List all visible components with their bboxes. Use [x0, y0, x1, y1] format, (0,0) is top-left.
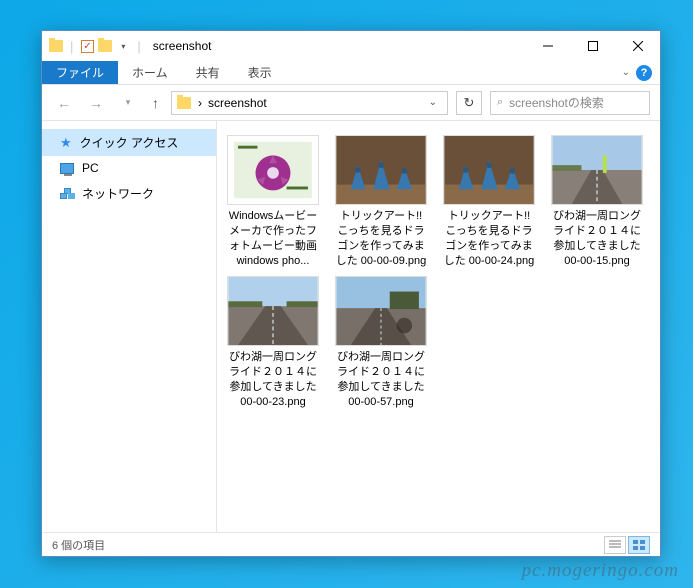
file-thumbnail: [335, 276, 427, 346]
sidebar-item-quick-access[interactable]: ★ クイック アクセス: [42, 129, 216, 156]
address-dropdown-icon[interactable]: ⌄: [423, 97, 443, 108]
file-thumbnail: [443, 135, 535, 205]
file-item[interactable]: Windowsムービーメーカで作ったフォトムービー動画 windows pho.…: [225, 133, 321, 270]
file-thumbnail: [551, 135, 643, 205]
close-button[interactable]: [615, 31, 660, 61]
file-item[interactable]: トリックアート!! こっちを見るドラゴンを作ってみました 00-00-09.pn…: [333, 133, 429, 270]
sidebar-item-pc[interactable]: PC: [42, 156, 216, 180]
ribbon-right: ⌄ ?: [622, 61, 660, 84]
file-item[interactable]: びわ湖一周ロングライド２０１４に参加してきました 00-00-23.png: [225, 274, 321, 411]
sidebar-item-network[interactable]: ネットワーク: [42, 180, 216, 207]
sidebar-label: クイック アクセス: [80, 134, 179, 151]
chevron-down-icon[interactable]: ⌄: [622, 67, 630, 78]
search-placeholder: screenshotの検索: [509, 94, 604, 111]
tab-file[interactable]: ファイル: [42, 61, 118, 84]
folder-icon-2: [97, 38, 113, 54]
tab-home[interactable]: ホーム: [118, 61, 182, 84]
window-title: screenshot: [153, 39, 212, 53]
item-count: 6 個の項目: [52, 537, 105, 553]
view-mode-buttons: [604, 536, 650, 554]
pc-icon: [60, 163, 74, 174]
file-name: びわ湖一周ロングライド２０１４に参加してきました 00-00-23.png: [227, 350, 319, 409]
file-list: Windowsムービーメーカで作ったフォトムービー動画 windows pho.…: [217, 121, 660, 532]
recent-dropdown[interactable]: ▾: [116, 93, 140, 112]
folder-icon: [48, 38, 64, 54]
dropdown-icon[interactable]: ▾: [115, 38, 131, 54]
file-name: びわ湖一周ロングライド２０１４に参加してきました 00-00-57.png: [335, 350, 427, 409]
file-name: トリックアート!! こっちを見るドラゴンを作ってみました 00-00-09.pn…: [335, 209, 427, 268]
network-icon: [60, 188, 74, 199]
explorer-window: | ✓ ▾ | screenshot ファイル ホーム 共有 表示 ⌄ ? ← …: [41, 30, 661, 557]
titlebar-left: | ✓ ▾ | screenshot: [42, 38, 211, 54]
refresh-button[interactable]: ↻: [456, 91, 482, 115]
address-bar[interactable]: › screenshot ⌄: [171, 91, 448, 115]
window-controls: [525, 31, 660, 61]
status-bar: 6 個の項目: [42, 532, 660, 556]
minimize-button[interactable]: [525, 31, 570, 61]
content-area: ★ クイック アクセス PC ネットワーク Windowsムービーメーカで作った…: [42, 121, 660, 532]
file-name: Windowsムービーメーカで作ったフォトムービー動画 windows pho.…: [227, 209, 319, 268]
ribbon-tabs: ファイル ホーム 共有 表示 ⌄ ?: [42, 61, 660, 85]
maximize-button[interactable]: [570, 31, 615, 61]
up-button[interactable]: ↑: [148, 91, 163, 115]
file-thumbnail: [227, 135, 319, 205]
tab-share[interactable]: 共有: [182, 61, 234, 84]
file-name: びわ湖一周ロングライド２０１４に参加してきました 00-00-15.png: [551, 209, 643, 268]
navigation-bar: ← → ▾ ↑ › screenshot ⌄ ↻ ⌕ screenshotの検索: [42, 85, 660, 121]
watermark: pc.mogeringo.com: [522, 560, 679, 582]
navigation-pane: ★ クイック アクセス PC ネットワーク: [42, 121, 217, 532]
file-item[interactable]: びわ湖一周ロングライド２０１４に参加してきました 00-00-57.png: [333, 274, 429, 411]
breadcrumb-path[interactable]: screenshot: [208, 96, 267, 110]
tab-view[interactable]: 表示: [234, 61, 286, 84]
file-thumbnail: [227, 276, 319, 346]
file-name: トリックアート!! こっちを見るドラゴンを作ってみました 00-00-24.pn…: [443, 209, 535, 268]
thumbnail-view-button[interactable]: [628, 536, 650, 554]
help-icon[interactable]: ?: [636, 65, 652, 81]
details-view-button[interactable]: [604, 536, 626, 554]
save-checkbox-icon[interactable]: ✓: [79, 38, 95, 54]
file-item[interactable]: びわ湖一周ロングライド２０１４に参加してきました 00-00-15.png: [549, 133, 645, 270]
search-input[interactable]: ⌕ screenshotの検索: [490, 91, 650, 115]
star-icon: ★: [60, 135, 72, 151]
separator: |: [70, 39, 73, 54]
file-item[interactable]: トリックアート!! こっちを見るドラゴンを作ってみました 00-00-24.pn…: [441, 133, 537, 270]
forward-button[interactable]: →: [84, 91, 108, 115]
sidebar-label: ネットワーク: [82, 185, 154, 202]
back-button[interactable]: ←: [52, 91, 76, 115]
breadcrumb-sep: ›: [198, 96, 202, 110]
search-icon: ⌕: [497, 96, 503, 109]
separator: |: [137, 39, 140, 54]
title-bar: | ✓ ▾ | screenshot: [42, 31, 660, 61]
sidebar-label: PC: [82, 161, 99, 175]
folder-icon: [176, 95, 192, 111]
file-thumbnail: [335, 135, 427, 205]
